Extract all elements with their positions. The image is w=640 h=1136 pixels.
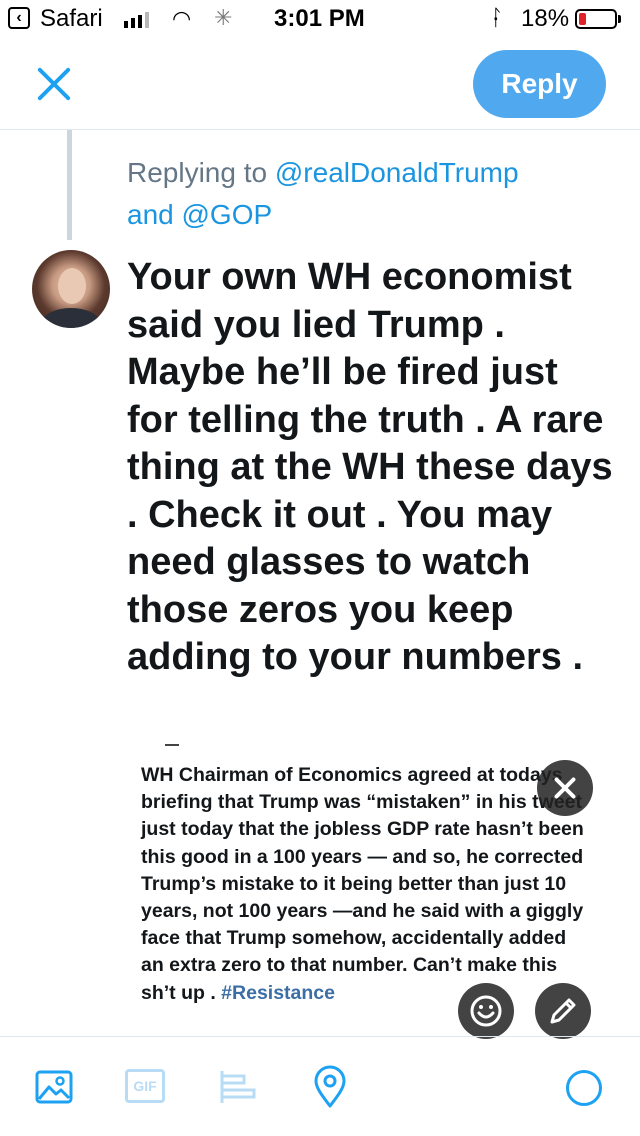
- poll-icon-svg: [220, 1071, 256, 1103]
- image-icon[interactable]: [34, 1067, 74, 1112]
- character-count-ring-icon: [566, 1070, 602, 1106]
- battery-icon: [575, 9, 617, 29]
- signal-icon: [124, 10, 149, 28]
- avatar-face: [58, 268, 86, 304]
- remove-image-button[interactable]: [537, 760, 593, 816]
- location-icon[interactable]: [312, 1065, 348, 1114]
- avatar-shirt: [42, 308, 100, 328]
- location-icon-svg: [314, 1065, 346, 1108]
- compose-toolbar: GIF: [0, 1036, 640, 1136]
- edit-pencil-icon-svg: [550, 998, 576, 1024]
- back-app-label[interactable]: Safari: [40, 5, 103, 33]
- image-top-mark: [165, 744, 179, 746]
- edit-pencil-icon[interactable]: [535, 983, 591, 1039]
- replying-prefix: Replying to: [127, 157, 268, 188]
- emoji-icon[interactable]: [458, 983, 514, 1039]
- replying-conjunction: and: [127, 199, 174, 230]
- close-icon[interactable]: [36, 66, 72, 102]
- poll-icon[interactable]: [218, 1067, 258, 1112]
- wifi-icon: ◠: [172, 6, 192, 31]
- reply-button[interactable]: Reply: [473, 50, 606, 118]
- gif-label: GIF: [125, 1069, 165, 1103]
- status-time: 3:01 PM: [274, 5, 365, 32]
- activity-spinner-icon: ✳: [214, 5, 233, 30]
- tweet-text-editor[interactable]: Your own WH economist said you lied Trum…: [127, 254, 617, 682]
- thread-connector-line: [67, 130, 72, 240]
- avatar[interactable]: [32, 250, 110, 328]
- replying-to[interactable]: Replying to @realDonaldTrump and @GOP: [127, 152, 597, 236]
- status-bar: ‹ Safari ◠ ✳ 3:01 PM ᛛ 18%: [0, 0, 640, 40]
- bluetooth-icon: ᛛ: [490, 5, 504, 30]
- image-icon-svg: [35, 1070, 73, 1104]
- battery-tip: [618, 15, 621, 23]
- emoji-icon-svg: [470, 995, 502, 1027]
- mention-realdonaldtrump[interactable]: @realDonaldTrump: [275, 157, 519, 188]
- mention-gop[interactable]: @GOP: [182, 199, 273, 230]
- attached-image-text: WH Chairman of Economics agreed at today…: [141, 762, 591, 1007]
- attached-image-body: WH Chairman of Economics agreed at today…: [141, 764, 584, 1004]
- back-icon[interactable]: ‹: [8, 7, 30, 29]
- hashtag-resistance: #Resistance: [221, 981, 335, 1004]
- battery-percent: 18%: [521, 5, 570, 32]
- attached-image[interactable]: WH Chairman of Economics agreed at today…: [127, 740, 607, 1040]
- gif-icon[interactable]: GIF: [125, 1069, 165, 1103]
- compose-header: Reply: [0, 40, 640, 130]
